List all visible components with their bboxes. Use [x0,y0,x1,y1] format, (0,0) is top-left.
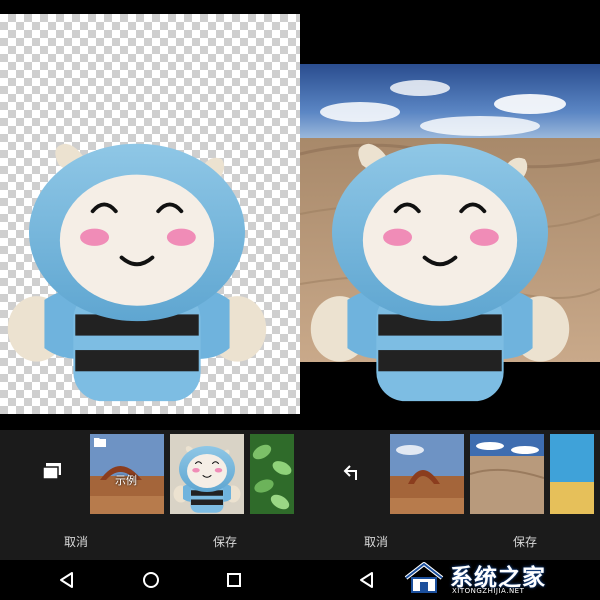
thumbnail-red-rock-arch[interactable] [390,434,464,514]
thumbnail-doll[interactable] [170,434,244,514]
doll-thumbnail-image [170,434,244,514]
dunes-thumbnail-image [470,434,544,514]
cancel-button[interactable]: 取消 [364,533,388,550]
beach-thumbnail-image [550,434,594,514]
thumbnail-beach-sky[interactable] [550,434,594,514]
thumbnail-sample[interactable]: 示例 [90,434,164,514]
left-screen: 示例 取消 保存 [0,0,300,600]
leaves-thumbnail-image [250,434,294,514]
navigation-bar [300,560,600,600]
back-triangle-icon[interactable] [55,568,79,592]
thumbnail-label: 示例 [115,474,137,487]
folder-badge-icon [94,438,106,447]
navigation-bar [0,560,300,600]
save-button[interactable]: 保存 [213,533,237,550]
plush-doll-cutout [5,141,269,404]
cancel-button[interactable]: 取消 [64,533,88,550]
bottom-toolbar: 取消 保存 [300,430,600,560]
back-triangle-icon[interactable] [355,568,379,592]
arch-thumbnail-image [390,434,464,514]
thumbnail-leaves[interactable] [250,434,294,514]
cutout-preview [0,0,300,430]
thumbnail-desert-dunes[interactable] [470,434,544,514]
home-circle-icon[interactable] [139,568,163,592]
plush-doll-composited [308,141,572,404]
composite-preview [300,0,600,430]
recents-square-icon[interactable] [222,568,246,592]
folder-icon[interactable] [38,458,66,486]
right-screen: 取消 保存 [300,0,600,600]
bottom-toolbar: 示例 取消 保存 [0,430,300,560]
undo-arrow-icon[interactable] [338,458,366,486]
save-button[interactable]: 保存 [513,533,537,550]
